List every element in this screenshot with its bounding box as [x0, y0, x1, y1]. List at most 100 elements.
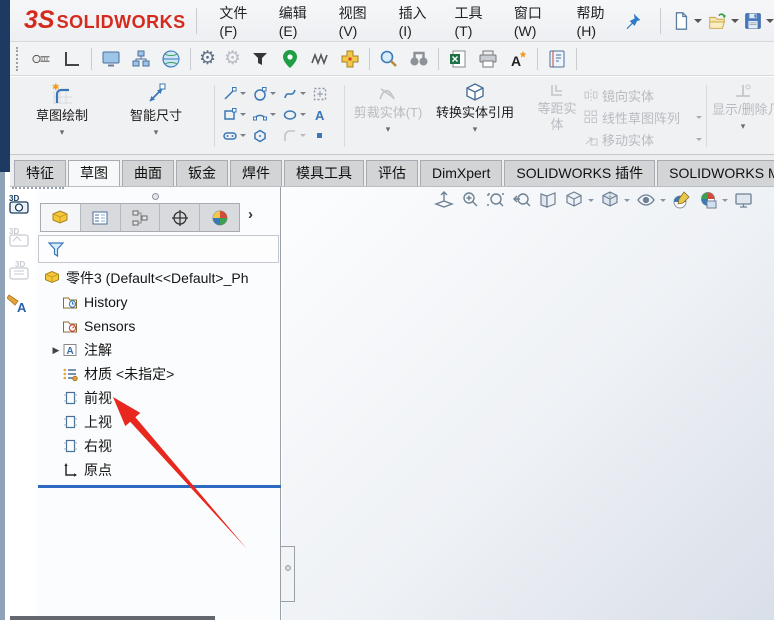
tab-dimxpert[interactable]: DimXpert	[420, 160, 503, 186]
rollback-bar[interactable]	[38, 485, 281, 488]
slot-dropdown[interactable]	[240, 134, 246, 137]
toolbar-drag-handle[interactable]	[16, 46, 23, 71]
tree-item-origin[interactable]: 原点	[38, 458, 279, 482]
tree-item-history[interactable]: History	[38, 290, 279, 314]
hide-show-items-dropdown[interactable]	[660, 198, 666, 202]
new-note-icon[interactable]: A	[507, 48, 529, 70]
funnel-icon[interactable]	[249, 48, 271, 70]
pipe-fitting-icon[interactable]	[339, 48, 361, 70]
smart-dimension-button[interactable]: 智能尺寸 ▾	[110, 82, 202, 137]
tab-sheet-metal[interactable]: 钣金	[176, 160, 228, 186]
spring-icon[interactable]	[309, 48, 331, 70]
panel-collapse-handle[interactable]	[152, 193, 159, 200]
ellipse-dropdown[interactable]	[300, 113, 306, 116]
point-tool[interactable]	[312, 125, 342, 146]
convert-entities-button[interactable]: 转换实体引用 ▾	[422, 81, 528, 134]
tab-solidworks-addins[interactable]: SOLIDWORKS 插件	[504, 160, 656, 186]
tab-mold-tools[interactable]: 模具工具	[284, 160, 364, 186]
display-style-icon[interactable]	[600, 190, 620, 210]
tree-filter-bar[interactable]	[38, 235, 279, 263]
tab-sketch[interactable]: 草图	[68, 160, 120, 186]
view-orientation-dropdown[interactable]	[588, 198, 594, 202]
featuremanager-tab[interactable]	[41, 204, 81, 231]
tree-item-top-plane[interactable]: 上视	[38, 410, 279, 434]
tree-item-annotations[interactable]: ▶ A 注解	[38, 338, 279, 362]
network-icon[interactable]	[130, 48, 152, 70]
spline-tool[interactable]	[282, 83, 312, 104]
select-box-tool[interactable]	[312, 83, 342, 104]
polygon-tool[interactable]	[252, 125, 282, 146]
dimxpertmanager-tab[interactable]	[160, 204, 201, 231]
edit-appearance-icon[interactable]	[672, 190, 692, 210]
smart-dimension-dropdown[interactable]: ▾	[154, 127, 159, 137]
arc-tool[interactable]	[252, 104, 282, 125]
menu-view[interactable]: 视图(V)	[326, 3, 386, 39]
view-settings-icon[interactable]	[734, 190, 754, 210]
convert-dropdown[interactable]: ▾	[473, 124, 478, 134]
menu-insert[interactable]: 插入(I)	[386, 3, 442, 39]
tree-item-material[interactable]: 材质 <未指定>	[38, 362, 279, 386]
line-dropdown[interactable]	[240, 92, 246, 95]
previous-view-icon[interactable]	[512, 190, 532, 210]
save-icon[interactable]	[743, 11, 763, 31]
save-dropdown[interactable]	[766, 18, 774, 23]
panel-drag-dots[interactable]	[12, 187, 64, 192]
tab-solidworks-mbd[interactable]: SOLIDWORKS MBD	[657, 160, 774, 186]
zoom-to-area-icon[interactable]	[486, 190, 506, 210]
screw-icon[interactable]	[31, 48, 53, 70]
fillet-dropdown[interactable]	[300, 134, 306, 137]
hide-show-items-icon[interactable]	[636, 190, 656, 210]
fillet-tool[interactable]	[282, 125, 312, 146]
gear-icon[interactable]: ⚙	[199, 48, 216, 70]
help-book-icon[interactable]	[546, 48, 568, 70]
tree-item-right-plane[interactable]: 右视	[38, 434, 279, 458]
globe-icon[interactable]	[160, 48, 182, 70]
apply-scene-icon[interactable]	[698, 190, 718, 210]
tab-weldments[interactable]: 焊件	[230, 160, 282, 186]
arc-dropdown[interactable]	[270, 113, 276, 116]
magnifier-icon[interactable]	[378, 48, 400, 70]
propertymanager-tab[interactable]	[81, 204, 121, 231]
tree-root-part[interactable]: 零件3 (Default<<Default>_Ph	[38, 266, 279, 290]
graphics-viewport[interactable]	[282, 187, 774, 620]
panel-splitter-handle[interactable]	[281, 546, 295, 602]
zoom-to-fit-icon[interactable]	[434, 190, 454, 210]
open-document-dropdown[interactable]	[731, 18, 739, 23]
pin-marker-icon[interactable]	[279, 48, 301, 70]
menu-window[interactable]: 窗口(W)	[501, 3, 564, 39]
tab-evaluate[interactable]: 评估	[366, 160, 418, 186]
sketch-dropdown[interactable]: ▾	[60, 127, 65, 137]
angle-icon[interactable]	[61, 48, 83, 70]
3d-views-icon[interactable]: 3D	[7, 192, 31, 216]
section-view-icon[interactable]	[538, 190, 558, 210]
spline-dropdown[interactable]	[300, 92, 306, 95]
panel-expand-chevron[interactable]: ›	[248, 206, 253, 223]
tab-features[interactable]: 特征	[14, 160, 66, 186]
pin-menu-icon[interactable]	[624, 12, 642, 30]
line-tool[interactable]	[222, 83, 252, 104]
circle-dropdown[interactable]	[270, 92, 276, 95]
menu-tools[interactable]: 工具(T)	[442, 3, 501, 39]
view-orientation-icon[interactable]	[564, 190, 584, 210]
rectangle-dropdown[interactable]	[240, 113, 246, 116]
display-style-dropdown[interactable]	[624, 198, 630, 202]
slot-tool[interactable]	[222, 125, 252, 146]
tree-item-front-plane[interactable]: 前视	[38, 386, 279, 410]
text-tool[interactable]: A	[312, 104, 342, 125]
print-icon[interactable]	[477, 48, 499, 70]
menu-edit[interactable]: 编辑(E)	[266, 3, 326, 39]
gear-secondary-icon[interactable]: ⚙	[224, 48, 241, 70]
circle-tool[interactable]	[252, 83, 282, 104]
zoom-in-out-icon[interactable]	[460, 190, 480, 210]
displaymanager-tab[interactable]	[200, 204, 239, 231]
new-document-dropdown[interactable]	[694, 18, 702, 23]
menu-file[interactable]: 文件(F)	[206, 3, 265, 39]
sketch-button[interactable]: ✱ 草图绘制 ▾	[20, 82, 104, 137]
rectangle-tool[interactable]	[222, 104, 252, 125]
apply-scene-dropdown[interactable]	[722, 198, 728, 202]
annotation-paint-icon[interactable]: A	[7, 291, 31, 315]
monitor-icon[interactable]	[100, 48, 122, 70]
expand-arrow-icon[interactable]: ▶	[50, 345, 62, 356]
tab-surfaces[interactable]: 曲面	[122, 160, 174, 186]
open-document-icon[interactable]	[706, 11, 728, 31]
